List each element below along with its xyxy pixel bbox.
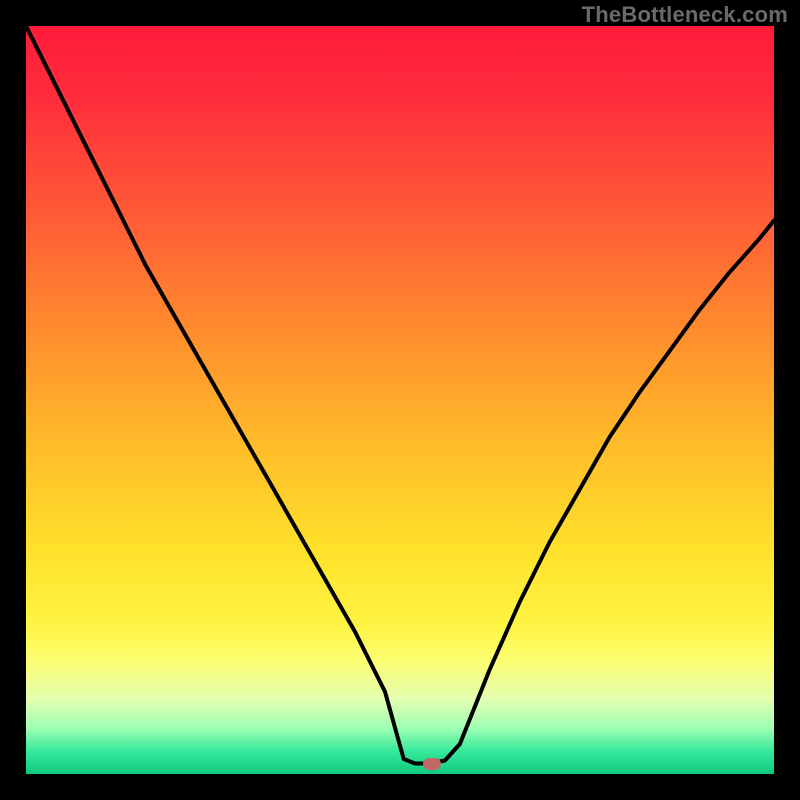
optimal-point-marker (423, 758, 441, 770)
bottleneck-curve (26, 26, 774, 774)
watermark-text: TheBottleneck.com (582, 2, 788, 28)
plot-area (26, 26, 774, 774)
chart-frame: TheBottleneck.com (0, 0, 800, 800)
